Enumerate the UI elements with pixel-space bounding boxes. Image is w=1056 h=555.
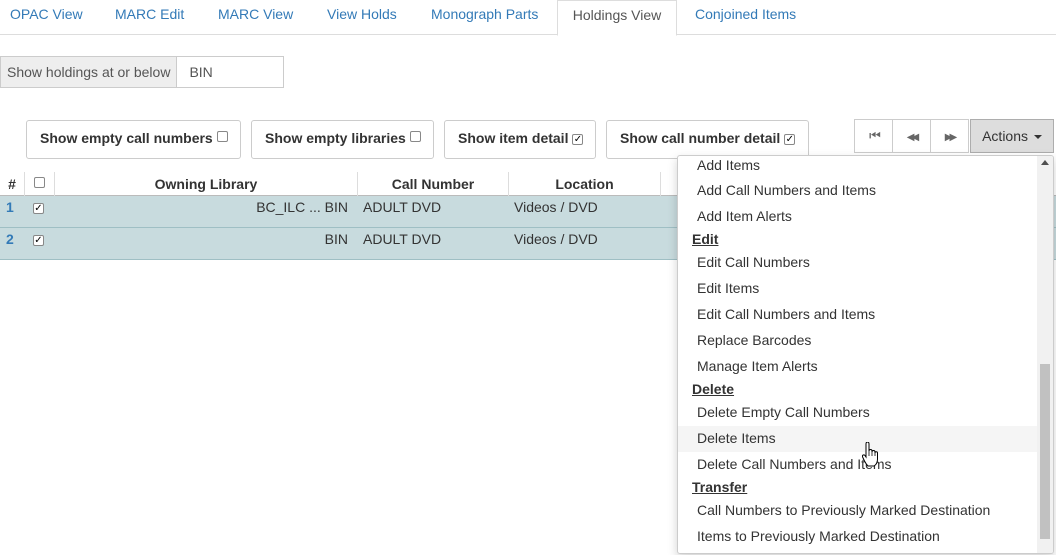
toggle-call-number-detail-label: Show call number detail	[620, 130, 781, 146]
header-owning-library[interactable]: Owning Library	[54, 172, 357, 196]
toggle-item-detail-label: Show item detail	[458, 130, 569, 146]
actions-label: Actions	[982, 128, 1029, 144]
row-number[interactable]: 2	[6, 228, 14, 258]
menu-delete-items[interactable]: Delete Items	[678, 426, 1038, 452]
row-checkbox-cell[interactable]: ✓	[33, 196, 44, 226]
row-call-number: ADULT DVD	[363, 199, 442, 215]
menu-manage-item-alerts[interactable]: Manage Item Alerts	[678, 354, 1038, 380]
org-selector-input[interactable]: BIN	[177, 56, 285, 88]
toggle-empty-call-numbers-label: Show empty call numbers	[40, 130, 213, 146]
menu-scrollbar-thumb[interactable]	[1040, 364, 1050, 539]
toggle-empty-libraries-label: Show empty libraries	[265, 130, 406, 146]
previous-page-icon: ◀◀	[906, 132, 920, 143]
record-tabs: OPAC View MARC Edit MARC View View Holds…	[0, 0, 1056, 36]
row-location: Videos / DVD	[514, 231, 598, 247]
menu-add-call-numbers-and-items[interactable]: Add Call Numbers and Items	[678, 178, 1038, 204]
actions-button[interactable]: Actions	[970, 119, 1054, 153]
tab-view-holds[interactable]: View Holds	[317, 0, 407, 35]
tab-conjoined-items[interactable]: Conjoined Items	[685, 0, 806, 35]
menu-edit-call-numbers-and-items[interactable]: Edit Call Numbers and Items	[678, 302, 1038, 328]
empty-call-numbers-checkbox[interactable]	[216, 131, 228, 142]
tab-holdings-view[interactable]: Holdings View	[557, 0, 677, 36]
toggle-call-number-detail[interactable]: Show call number detail ✓	[606, 120, 809, 159]
header-row-number: #	[8, 176, 16, 192]
menu-edit-items[interactable]: Edit Items	[678, 276, 1038, 302]
menu-items-to-marked-destination[interactable]: Items to Previously Marked Destination	[678, 524, 1038, 550]
item-detail-checkbox[interactable]: ✓	[572, 134, 584, 145]
menu-replace-barcodes[interactable]: Replace Barcodes	[678, 328, 1038, 354]
empty-libraries-checkbox[interactable]	[409, 131, 421, 142]
row-checkbox-cell[interactable]: ✓	[33, 228, 44, 258]
org-selector-label: Show holdings at or below	[0, 56, 178, 88]
menu-call-numbers-to-marked-destination[interactable]: Call Numbers to Previously Marked Destin…	[678, 498, 1038, 524]
header-next-column[interactable]	[660, 172, 677, 196]
next-page-button[interactable]: ▶▶	[930, 119, 969, 153]
menu-header-edit: Edit	[692, 231, 719, 247]
next-page-icon: ▶▶	[944, 132, 958, 143]
row-owning-library: BIN	[324, 231, 348, 247]
toggle-empty-call-numbers[interactable]: Show empty call numbers	[26, 120, 241, 159]
row-checkbox[interactable]: ✓	[33, 203, 44, 214]
row-number[interactable]: 1	[6, 196, 14, 226]
first-page-icon: ⏮	[869, 128, 881, 143]
row-owning-library: BC_ILC ... BIN	[256, 199, 348, 215]
first-page-button[interactable]: ⏮	[854, 119, 893, 153]
menu-add-items[interactable]: Add Items	[678, 156, 1038, 179]
menu-edit-call-numbers[interactable]: Edit Call Numbers	[678, 250, 1038, 276]
menu-header-transfer: Transfer	[692, 479, 748, 495]
toggle-empty-libraries[interactable]: Show empty libraries	[251, 120, 434, 159]
header-select-all[interactable]	[24, 172, 54, 196]
row-call-number: ADULT DVD	[363, 231, 442, 247]
menu-delete-empty-call-numbers[interactable]: Delete Empty Call Numbers	[678, 400, 1038, 426]
previous-page-button[interactable]: ◀◀	[892, 119, 931, 153]
caret-down-icon	[1033, 135, 1042, 139]
row-checkbox[interactable]: ✓	[33, 235, 44, 246]
menu-header-delete: Delete	[692, 381, 735, 397]
header-location[interactable]: Location	[508, 172, 660, 196]
actions-dropdown-menu: Add Items Add Call Numbers and Items Add…	[677, 155, 1054, 554]
call-number-detail-checkbox[interactable]: ✓	[784, 134, 796, 145]
hand-pointer-cursor-icon	[862, 442, 878, 467]
row-location: Videos / DVD	[514, 199, 598, 215]
scroll-up-arrow-icon[interactable]	[1041, 160, 1049, 165]
header-call-number[interactable]: Call Number	[357, 172, 508, 196]
tab-monograph-parts[interactable]: Monograph Parts	[421, 0, 548, 35]
tab-marc-view[interactable]: MARC View	[208, 0, 303, 35]
menu-scrollbar[interactable]	[1037, 156, 1053, 553]
toggle-item-detail[interactable]: Show item detail ✓	[444, 120, 596, 159]
menu-delete-call-numbers-and-items[interactable]: Delete Call Numbers and Items	[678, 452, 1038, 478]
tab-marc-edit[interactable]: MARC Edit	[105, 0, 194, 35]
select-all-checkbox[interactable]	[34, 177, 45, 188]
holdings-org-selector: Show holdings at or below BIN	[0, 56, 285, 88]
tab-opac-view[interactable]: OPAC View	[0, 0, 93, 35]
menu-add-item-alerts[interactable]: Add Item Alerts	[678, 204, 1038, 230]
